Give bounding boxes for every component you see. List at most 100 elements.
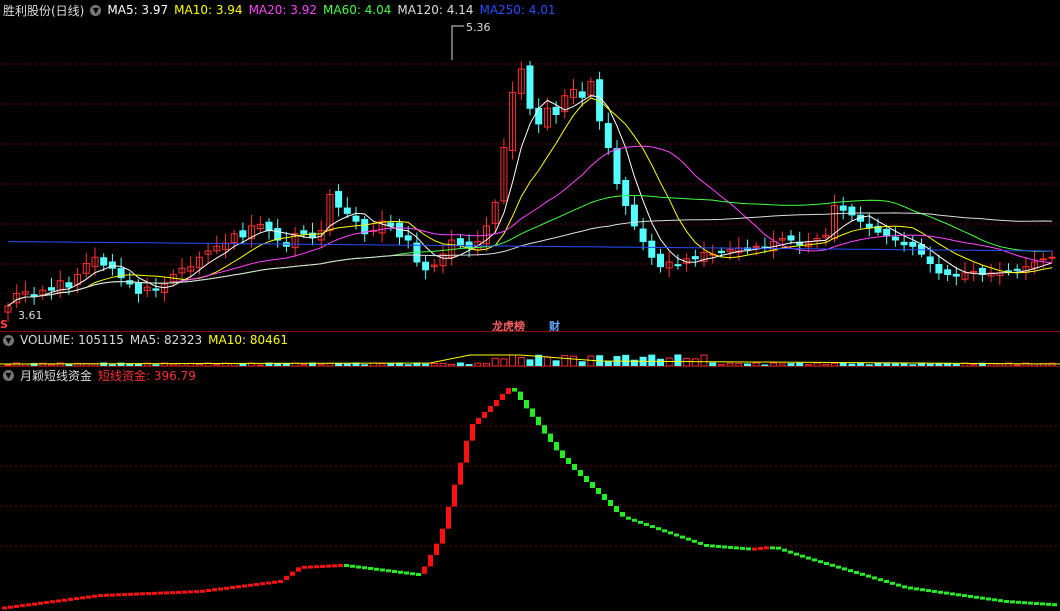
fund-flow-segment — [344, 564, 349, 567]
fund-flow-segment — [356, 565, 361, 569]
fund-flow-segment — [890, 581, 895, 585]
candle-body — [100, 257, 108, 266]
fund-flow-segment — [560, 450, 565, 458]
fund-flow-segment — [374, 567, 379, 571]
fund-flow-segment — [614, 506, 619, 512]
fund-flow-panel[interactable]: ▼ 月颖短线资金 短线资金: 396.79 — [0, 366, 1060, 611]
fund-flow-segment — [326, 564, 331, 568]
event-marker-finance[interactable]: 财 — [549, 318, 560, 331]
event-marker-dragon-tiger[interactable]: 龙虎榜 — [492, 318, 525, 331]
fund-flow-segment — [320, 564, 325, 568]
fund-flow-segment — [140, 592, 145, 596]
candle-body — [404, 235, 412, 241]
candle-body — [152, 288, 160, 291]
fund-flow-segment — [458, 462, 463, 485]
fund-flow-segment — [500, 394, 505, 400]
fund-flow-segment — [122, 593, 127, 597]
ma5-label: MA5: 3.97 — [107, 3, 169, 17]
volume-bar — [683, 357, 691, 366]
fund-flow-segment — [134, 592, 139, 596]
fund-flow-segment — [1046, 602, 1051, 606]
fund-flow-segment — [620, 512, 625, 517]
candle-body — [717, 250, 725, 254]
volume-bar — [587, 355, 595, 366]
fund-flow-segment — [386, 569, 391, 573]
fund-flow-segment — [662, 529, 667, 533]
fund-flow-segment — [644, 523, 649, 526]
fund-flow-segment — [368, 567, 373, 570]
volume-bar — [691, 358, 699, 366]
fund-flow-segment — [206, 589, 211, 592]
fund-series-label: 短线资金: 396.79 — [98, 368, 196, 383]
ma120-label: MA120: 4.14 — [397, 3, 474, 17]
fund-flow-segment — [710, 544, 715, 548]
volume-bar — [509, 354, 517, 366]
candle-body — [48, 287, 55, 291]
fund-flow-segment — [566, 458, 571, 464]
fund-flow-segment — [818, 560, 823, 564]
fund-flow-chart[interactable] — [0, 366, 1060, 611]
fund-flow-segment — [908, 586, 913, 590]
candle-body — [648, 240, 656, 258]
fund-flow-segment — [722, 545, 727, 549]
fund-flow-segment — [512, 388, 517, 392]
ma20-label: MA20: 3.92 — [248, 3, 317, 17]
fund-flow-segment — [80, 596, 85, 600]
fund-flow-segment — [452, 484, 457, 507]
fund-flow-segment — [866, 574, 871, 578]
candle-body — [1013, 268, 1021, 271]
volume-panel[interactable]: ▼ VOLUME: 105115 MA5: 82323 MA10: 80461 — [0, 331, 1060, 366]
fund-flow-segment — [1040, 602, 1045, 606]
fund-flow-segment — [194, 590, 199, 594]
candle-body — [752, 245, 760, 248]
candle-body — [674, 264, 682, 267]
fund-flow-segment — [734, 546, 739, 550]
fund-flow-segment — [680, 535, 685, 539]
candlestick-chart[interactable] — [0, 0, 1060, 331]
candle-body — [970, 270, 978, 273]
fund-flow-segment — [56, 599, 61, 603]
fund-flow-segment — [254, 583, 259, 586]
volume-toggle-icon[interactable]: ▼ — [3, 334, 14, 346]
fund-flow-segment — [86, 595, 91, 599]
ma60-label: MA60: 4.04 — [323, 3, 392, 17]
candle-body — [1039, 258, 1047, 261]
fund-flow-segment — [428, 555, 433, 567]
fund-flow-segment — [860, 572, 865, 576]
fund-flow-segment — [218, 587, 223, 591]
fund-flow-segment — [38, 601, 43, 605]
fund-flow-segment — [824, 562, 829, 565]
fund-flow-segment — [770, 546, 775, 550]
fund-flow-segment — [296, 567, 301, 572]
fund-flow-segment — [878, 578, 883, 582]
volume-ma10: MA10: 80461 — [208, 333, 289, 347]
fund-flow-segment — [764, 546, 769, 550]
candle-body — [839, 205, 847, 211]
fund-flow-segment — [884, 580, 889, 583]
fund-flow-segment — [974, 595, 979, 599]
volume-bar — [543, 356, 551, 366]
fund-flow-segment — [188, 590, 193, 594]
candle-body — [909, 241, 917, 247]
fund-header: ▼ 月颖短线资金 短线资金: 396.79 — [3, 367, 202, 383]
ma5-line — [7, 95, 1053, 307]
fund-flow-segment — [68, 597, 73, 601]
settings-toggle-icon[interactable]: ▼ — [90, 4, 102, 16]
fund-flow-segment — [728, 545, 733, 549]
stock-title: 胜利股份(日线) — [3, 3, 85, 18]
candle-body — [639, 228, 647, 243]
price-chart-panel[interactable]: 胜利股份(日线) ▼ MA5: 3.97 MA10: 3.94 MA20: 3.… — [0, 0, 1060, 331]
fund-flow-segment — [692, 539, 697, 543]
fund-flow-segment — [992, 598, 997, 602]
candle-body — [343, 207, 351, 214]
candle-body — [108, 261, 116, 269]
candle-body — [622, 180, 630, 207]
candle-body — [300, 230, 308, 235]
fund-flow-segment — [956, 593, 961, 597]
fund-flow-segment — [686, 537, 691, 541]
fund-toggle-icon[interactable]: ▼ — [3, 369, 14, 381]
fund-flow-segment — [170, 591, 175, 595]
fund-flow-segment — [266, 581, 271, 585]
fund-flow-segment — [212, 588, 217, 592]
fund-flow-segment — [446, 506, 451, 529]
